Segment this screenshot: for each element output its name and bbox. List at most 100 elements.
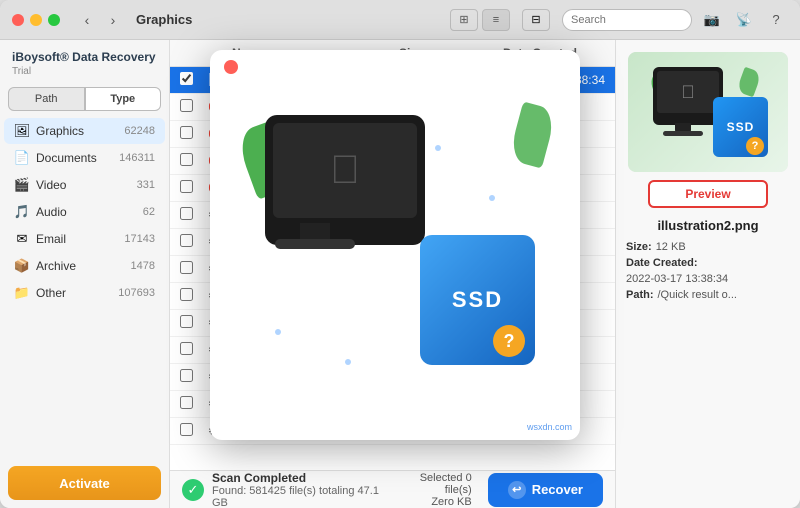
preview-thumbnail:  SSD ?	[628, 52, 788, 172]
question-icon: ?	[746, 137, 764, 155]
list-view-button[interactable]: ≡	[482, 9, 510, 31]
camera-button[interactable]: 📷	[700, 9, 724, 31]
traffic-lights	[12, 14, 60, 26]
recover-label: Recover	[532, 482, 583, 497]
app-name: iBoysoft® Data Recovery	[12, 50, 157, 66]
help-button[interactable]: ?	[764, 9, 788, 31]
sidebar-item-audio[interactable]: 🎵 Audio 62	[4, 199, 165, 225]
sidebar-item-documents[interactable]: 📄 Documents 146311	[4, 145, 165, 171]
sidebar-items: 🖼 Graphics 62248 📄 Documents 146311 🎬 Vi…	[0, 115, 169, 458]
graphics-icon: 🖼	[14, 123, 30, 139]
big-apple-logo-icon: 	[330, 148, 360, 193]
filter-button[interactable]: ⊟	[522, 9, 550, 31]
row-checkbox[interactable]	[180, 234, 204, 250]
row-checkbox[interactable]	[180, 126, 204, 142]
search-input[interactable]	[562, 9, 692, 31]
sidebar-item-label: Other	[36, 286, 112, 300]
row-checkbox[interactable]	[180, 315, 204, 331]
row-checkbox[interactable]	[180, 396, 204, 412]
sidebar-item-count: 146311	[119, 152, 155, 164]
status-bar: ✓ Scan Completed Found: 581425 file(s) t…	[170, 470, 615, 508]
sidebar-item-label: Email	[36, 232, 118, 246]
sidebar-item-count: 17143	[124, 233, 155, 245]
sidebar-item-graphics[interactable]: 🖼 Graphics 62248	[4, 118, 165, 144]
row-checkbox[interactable]	[180, 288, 204, 304]
dot-decoration	[489, 195, 495, 201]
scan-complete-label: Scan Completed	[212, 471, 387, 485]
preview-popup:  SSD ? wsxdn.com	[210, 50, 580, 440]
sidebar-header: iBoysoft® Data Recovery Trial	[0, 40, 169, 83]
sidebar-item-label: Graphics	[36, 124, 118, 138]
nav-buttons: ‹ ›	[76, 9, 124, 31]
big-ssd-label: SSD	[452, 287, 503, 313]
preview-thumb-inner:  SSD ?	[628, 52, 788, 172]
forward-button[interactable]: ›	[102, 9, 124, 31]
row-checkbox[interactable]	[180, 99, 204, 115]
row-checkbox[interactable]	[180, 423, 204, 439]
ssd-label: SSD	[727, 120, 755, 134]
audio-icon: 🎵	[14, 204, 30, 220]
scan-status-text: Scan Completed Found: 581425 file(s) tot…	[212, 471, 387, 508]
sidebar-item-archive[interactable]: 📦 Archive 1478	[4, 253, 165, 279]
preview-button[interactable]: Preview	[648, 180, 768, 208]
selected-size-label: Zero KB	[395, 496, 472, 508]
sidebar-tabs: Path Type	[0, 83, 169, 115]
trial-label: Trial	[12, 66, 157, 77]
preview-size-row: Size: 12 KB	[626, 241, 790, 253]
popup-close-button[interactable]	[224, 60, 238, 74]
big-leaf-right	[508, 101, 557, 168]
mac-illustration:  SSD ?	[648, 67, 768, 157]
scan-found-label: Found: 581425 file(s) totaling 47.1 GB	[212, 485, 387, 508]
tab-type[interactable]: Type	[85, 87, 162, 111]
row-checkbox[interactable]	[180, 153, 204, 169]
recover-button[interactable]: ↩ Recover	[488, 473, 603, 507]
sidebar-item-email[interactable]: ✉ Email 17143	[4, 226, 165, 252]
sidebar-item-count: 1478	[131, 260, 155, 272]
email-icon: ✉	[14, 231, 30, 247]
tab-path[interactable]: Path	[8, 87, 85, 111]
maximize-button[interactable]	[48, 14, 60, 26]
ssd-box: SSD ?	[713, 97, 768, 157]
grid-view-button[interactable]: ⊞	[450, 9, 478, 31]
view-toggle: ⊞ ≡	[450, 9, 510, 31]
dot-decoration	[435, 145, 441, 151]
row-checkbox[interactable]	[180, 180, 204, 196]
dot-decoration	[275, 329, 281, 335]
watermark: wsxdn.com	[527, 422, 572, 432]
sidebar: iBoysoft® Data Recovery Trial Path Type …	[0, 40, 170, 508]
breadcrumb-title: Graphics	[136, 12, 192, 27]
sidebar-item-other[interactable]: 📁 Other 107693	[4, 280, 165, 306]
sidebar-item-label: Video	[36, 178, 131, 192]
sidebar-item-count: 107693	[118, 287, 155, 299]
dot-decoration	[345, 359, 351, 365]
mac-base	[663, 131, 703, 136]
wifi-icon[interactable]: 📡	[732, 9, 756, 31]
sidebar-item-count: 62248	[124, 125, 155, 137]
scan-complete-icon: ✓	[182, 479, 204, 501]
sidebar-item-label: Audio	[36, 205, 137, 219]
preview-meta: Size: 12 KB Date Created: 2022-03-17 13:…	[626, 241, 790, 305]
sidebar-item-video[interactable]: 🎬 Video 331	[4, 172, 165, 198]
big-mac-monitor: 	[265, 115, 425, 245]
preview-size-label: Size:	[626, 241, 652, 253]
preview-path-value: /Quick result o...	[658, 289, 737, 301]
back-button[interactable]: ‹	[76, 9, 98, 31]
row-checkbox[interactable]	[180, 342, 204, 358]
preview-filename: illustration2.png	[657, 218, 758, 233]
preview-path-row: Path: /Quick result o...	[626, 289, 790, 301]
row-checkbox[interactable]	[180, 207, 204, 223]
minimize-button[interactable]	[30, 14, 42, 26]
row-checkbox[interactable]	[180, 72, 204, 88]
preview-size-value: 12 KB	[656, 241, 686, 253]
big-mac-base	[275, 239, 355, 249]
activate-button[interactable]: Activate	[8, 466, 161, 500]
popup-illustration:  SSD ?	[235, 95, 555, 395]
recover-icon: ↩	[508, 481, 526, 499]
row-checkbox[interactable]	[180, 369, 204, 385]
big-mac-screen: 	[273, 123, 417, 218]
titlebar: ‹ › Graphics ⊞ ≡ ⊟ 📷 📡 ?	[0, 0, 800, 40]
close-button[interactable]	[12, 14, 24, 26]
sidebar-item-count: 331	[137, 179, 155, 191]
row-checkbox[interactable]	[180, 261, 204, 277]
preview-date-label: Date Created:	[626, 257, 698, 269]
